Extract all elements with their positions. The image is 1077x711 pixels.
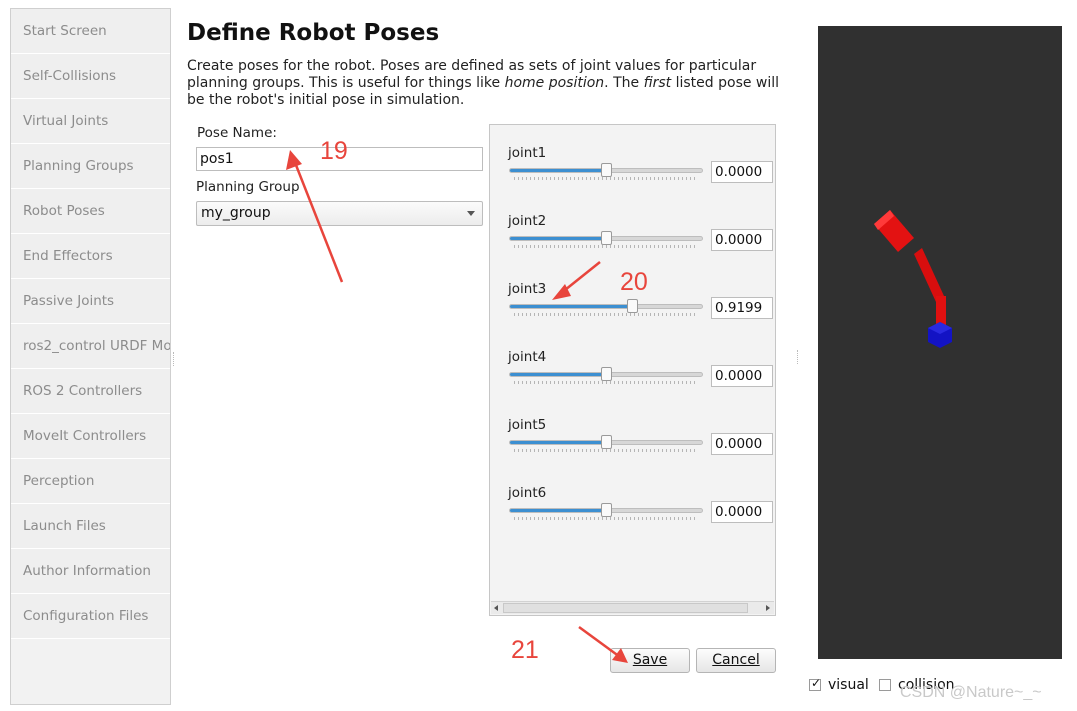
slider-ticks [514,449,698,452]
sidebar-item[interactable]: Author Information [11,549,170,594]
joint-name-label: joint4 [508,349,547,365]
sidebar-item[interactable]: Configuration Files [11,594,170,639]
sidebar-item[interactable]: Passive Joints [11,279,170,324]
collision-checkbox[interactable] [879,679,891,691]
planning-group-label: Planning Group [196,179,300,195]
wizard-sidebar: Start Screen Self-Collisions Virtual Joint… [10,8,171,705]
slider-handle[interactable] [601,163,612,177]
sidebar-splitter[interactable] [173,352,176,366]
slider-handle[interactable] [601,367,612,381]
joint-slider[interactable] [509,503,703,517]
slider-fill [510,441,606,444]
robot-joint-link [914,248,944,302]
sidebar-item[interactable]: ros2_control URDF Modifications [11,324,170,369]
joint-sliders-panel: joint1 0.0000 joint2 0.0000 joint3 0.9199 join… [489,124,776,616]
page-title: Define Robot Poses [187,20,440,46]
annotation-21: 21 [511,636,539,664]
planning-group-select[interactable]: my_group [196,201,483,226]
annotation-19: 19 [320,137,348,165]
planning-group-value: my_group [201,205,271,221]
joint-name-label: joint1 [508,145,547,161]
joint-slider[interactable] [509,367,703,381]
scrollbar-thumb[interactable] [503,603,748,613]
joint-value-input[interactable]: 0.9199 [711,297,773,319]
robot-end-link [874,210,914,252]
joint-row: joint1 0.0000 [490,145,775,205]
slider-fill [510,237,606,240]
slider-handle[interactable] [601,231,612,245]
slider-handle[interactable] [626,299,638,313]
chevron-down-icon [467,211,475,216]
joint-name-label: joint5 [508,417,547,433]
sidebar-item[interactable]: ROS 2 Controllers [11,369,170,414]
page-description: Create poses for the robot. Poses are de… [187,58,780,108]
joint-name-label: joint6 [508,485,547,501]
sidebar-item[interactable]: Launch Files [11,504,170,549]
sidebar-item[interactable]: MoveIt Controllers [11,414,170,459]
joint-row: joint5 0.0000 [490,417,775,477]
slider-fill [510,509,606,512]
joint-slider[interactable] [509,435,703,449]
pose-name-label: Pose Name: [197,125,277,141]
joint-row: joint4 0.0000 [490,349,775,409]
cancel-button[interactable]: Cancel [696,648,776,673]
joint-value-input[interactable]: 0.0000 [711,365,773,387]
joint-slider[interactable] [509,299,703,313]
sidebar-item[interactable]: End Effectors [11,234,170,279]
slider-ticks [514,245,698,248]
slider-handle[interactable] [601,435,612,449]
robot-vertical-link [936,296,946,326]
robot-model [874,210,952,348]
joint-slider[interactable] [509,231,703,245]
robot-viewport[interactable] [818,26,1062,659]
viewport-splitter[interactable] [797,350,800,364]
slider-ticks [514,517,698,520]
sidebar-item[interactable]: Start Screen [11,9,170,54]
slider-ticks [514,313,698,316]
joint-name-label: joint3 [508,281,547,297]
joint-value-input[interactable]: 0.0000 [711,161,773,183]
sidebar-item[interactable]: Perception [11,459,170,504]
sidebar-item[interactable]: Virtual Joints [11,99,170,144]
joint-value-input[interactable]: 0.0000 [711,433,773,455]
slider-ticks [514,381,698,384]
scroll-left-icon[interactable] [494,605,498,611]
scroll-right-icon[interactable] [766,605,770,611]
sidebar-item[interactable]: Self-Collisions [11,54,170,99]
joint-value-input[interactable]: 0.0000 [711,229,773,251]
visual-label: visual [828,677,869,693]
joint-slider[interactable] [509,163,703,177]
slider-fill [510,305,632,308]
slider-handle[interactable] [601,503,612,517]
joint-row: joint6 0.0000 [490,485,775,545]
horizontal-scrollbar[interactable] [491,601,774,614]
sidebar-item[interactable]: Robot Poses [11,189,170,234]
slider-fill [510,373,606,376]
slider-fill [510,169,606,172]
watermark: CSDN @Nature~_~ [900,684,1042,701]
visual-checkbox[interactable]: ✓ [809,676,822,691]
checkmark-icon: ✓ [811,676,822,690]
joint-row: joint2 0.0000 [490,213,775,273]
save-button[interactable]: Save [610,648,690,673]
joint-value-input[interactable]: 0.0000 [711,501,773,523]
joint-name-label: joint2 [508,213,547,229]
slider-ticks [514,177,698,180]
annotation-20: 20 [620,268,648,296]
sidebar-item[interactable]: Planning Groups [11,144,170,189]
